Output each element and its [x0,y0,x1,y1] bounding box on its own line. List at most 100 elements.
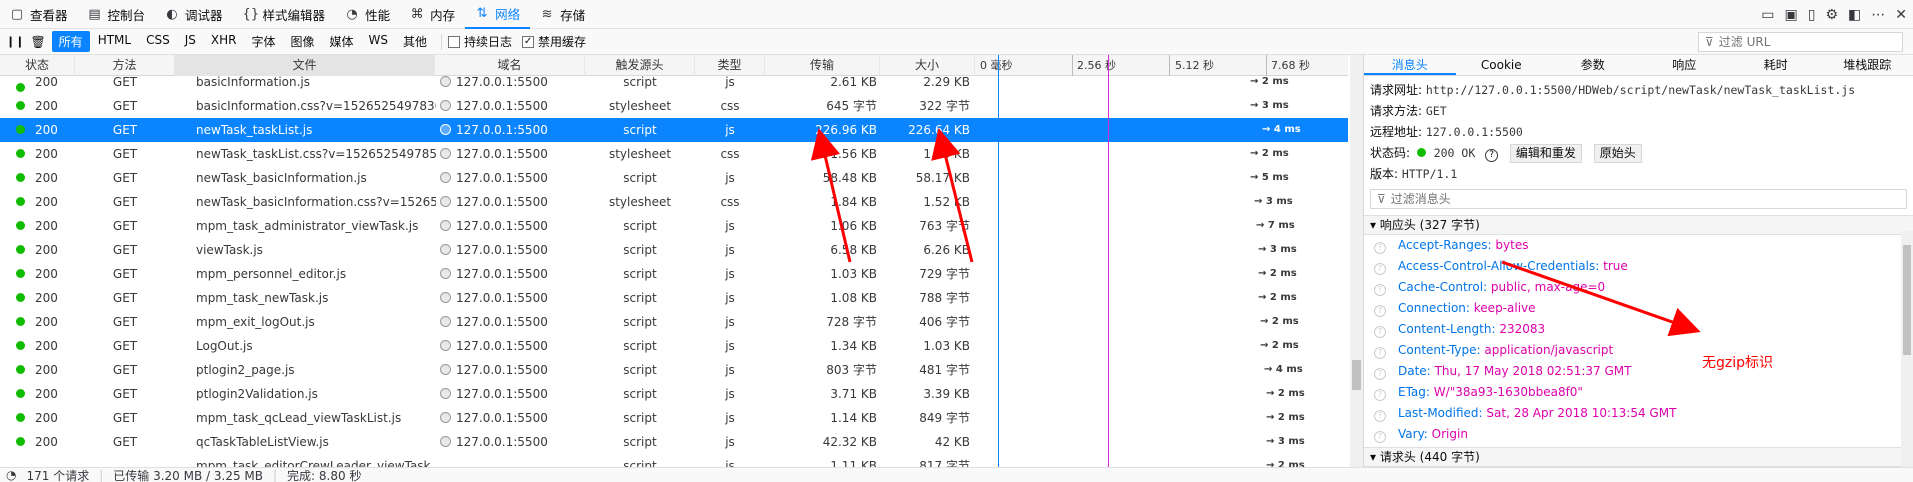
help-icon[interactable]: ? [1374,305,1386,317]
help-icon[interactable]: ? [1374,284,1386,296]
header-row[interactable]: ? Content-Type: application/javascript [1364,340,1913,361]
header-row[interactable]: ? Access-Control-Allow-Credentials: true [1364,256,1913,277]
type-filter-button[interactable]: 其他 [396,31,434,52]
header-row[interactable]: ? Connection: keep-alive [1364,298,1913,319]
table-row[interactable]: GET qcTaskTableListView.js 127.0.0.1:5500 s… [0,430,1348,454]
table-row[interactable]: GET newTask_basicInformation.js 127.0.0.1:… [0,166,1348,190]
type-filter-button[interactable]: HTML [91,31,138,52]
tab-debugger[interactable]: ◐ 调试器 [155,0,233,29]
col-method[interactable]: 方法 [75,55,175,76]
details-tab[interactable]: 耗时 [1730,55,1822,75]
header-row[interactable]: ? ETag: W/"38a93-1630bbea8f0" [1364,382,1913,403]
table-row[interactable]: GET ptlogin2Validation.js 127.0.0.1:5500 sc… [0,382,1348,406]
request-list-scrollbar[interactable] [1350,55,1363,467]
header-row[interactable]: ? Vary: Origin [1364,424,1913,445]
col-size[interactable]: 大小 [880,55,975,76]
type-filter-button[interactable]: CSS [139,31,177,52]
performance-analysis-icon[interactable]: ◔ [6,468,16,482]
help-icon[interactable]: ? [1374,263,1386,275]
tab-inspector[interactable]: ▢ 查看器 [0,0,78,29]
table-row[interactable]: GET mpm_task_newTask.js 127.0.0.1:5500 scri… [0,286,1348,310]
col-status[interactable]: 状态 [0,55,75,76]
disable-cache-checkbox[interactable]: ✓ 禁用缓存 [522,33,586,50]
screenshot-icon[interactable]: ▣ [1785,7,1798,23]
header-row[interactable]: ? Accept-Ranges: bytes [1364,235,1913,256]
header-row[interactable]: ? Content-Length: 232083 [1364,319,1913,340]
filter-url-field[interactable]: ⊽ [1698,32,1903,52]
type-filter-button[interactable]: 媒体 [323,31,361,52]
pause-icon[interactable]: ❙❙ [6,35,24,48]
raw-headers-button[interactable]: 原始头 [1593,144,1642,163]
type-filter-button[interactable]: 所有 [51,31,90,52]
scrollbar-thumb[interactable] [1352,360,1361,390]
header-filter-field[interactable]: ⊽ [1370,189,1907,209]
table-row[interactable]: GET newTask_basicInformation.css?v=152652… [0,190,1348,214]
help-icon[interactable]: ? [1374,410,1386,422]
table-row[interactable]: GET mpm_exit_logOut.js 127.0.0.1:5500 scrip… [0,310,1348,334]
type-filter-button[interactable]: XHR [204,31,244,52]
table-row[interactable]: GET basicInformation.js 127.0.0.1:5500 scri… [0,76,1348,94]
type-filter-button[interactable]: 字体 [244,31,282,52]
tab-performance[interactable]: ◔ 性能 [335,0,400,29]
header-row[interactable]: ? Last-Modified: Sat, 28 Apr 2018 10:13:5… [1364,403,1913,424]
trash-icon[interactable]: 🗑 [30,35,45,49]
split-console-icon[interactable]: ◧ [1848,7,1861,23]
col-timeline[interactable]: 0 毫秒 2.56 秒 5.12 秒 7.68 秒 [975,55,1348,76]
dock-layout-icon[interactable]: ▭ [1761,7,1774,23]
edit-resend-button[interactable]: 编辑和重发 [1509,144,1582,163]
table-row[interactable]: GET viewTask.js 127.0.0.1:5500 script js 6.58… [0,238,1348,262]
help-icon[interactable]: ? [1485,149,1499,162]
col-file[interactable]: 文件 [175,55,435,76]
filter-url-input[interactable] [1718,35,1889,49]
table-row[interactable]: GET newTask_taskList.js 127.0.0.1:5500 scri… [0,118,1348,142]
table-row[interactable]: GET LogOut.js 127.0.0.1:5500 script js 1.34 K… [0,334,1348,358]
help-icon[interactable]: ? [1374,242,1386,254]
details-tab[interactable]: 响应 [1639,55,1731,75]
cell-text: js [725,411,735,425]
responsive-icon[interactable]: ▯ [1808,7,1816,23]
table-row[interactable]: GET basicInformation.css?v=1526525497836 1… [0,94,1348,118]
table-row[interactable]: GET ptlogin2_page.js 127.0.0.1:5500 script j… [0,358,1348,382]
header-filter-input[interactable] [1390,192,1771,206]
persist-log-checkbox[interactable]: 持续日志 [448,33,512,50]
header-row[interactable]: ? Cache-Control: public, max-age=0 [1364,277,1913,298]
details-tab[interactable]: Cookie [1456,55,1548,75]
tab-style-editor[interactable]: {} 样式编辑器 [233,0,336,29]
gear-icon[interactable]: ⚙ [1825,7,1838,23]
table-row[interactable]: GET mpm_personnel_editor.js 127.0.0.1:5500… [0,262,1348,286]
details-tab[interactable]: 消息头 [1364,55,1456,75]
tab-network[interactable]: ⇅ 网络 [465,0,531,29]
table-row[interactable]: mpm_task_editorCrewLeader_viewTask... scr… [0,454,1348,467]
col-type[interactable]: 类型 [695,55,765,76]
details-scrollbar[interactable] [1901,231,1913,467]
tab-console[interactable]: ▤ 控制台 [78,0,156,29]
cell-text: GET [112,291,138,305]
persist-log-box[interactable] [448,35,461,48]
table-row[interactable]: GET mpm_task_qcLead_viewTaskList.js 127.0.… [0,406,1348,430]
help-icon[interactable]: ? [1374,431,1386,443]
col-domain[interactable]: 域名 [435,55,585,76]
help-icon[interactable]: ? [1374,368,1386,380]
close-icon[interactable]: ✕ [1895,7,1907,23]
details-tab[interactable]: 堆栈跟踪 [1822,55,1913,75]
col-transferred[interactable]: 传输 [765,55,880,76]
more-icon[interactable]: ⋯ [1871,7,1885,23]
cell-text: GET [112,267,138,281]
details-tab[interactable]: 参数 [1547,55,1639,75]
scrollbar-thumb[interactable] [1903,245,1911,355]
tab-storage[interactable]: ≋ 存储 [530,0,595,29]
table-row[interactable]: GET newTask_taskList.css?v=1526525497854 1… [0,142,1348,166]
help-icon[interactable]: ? [1374,347,1386,359]
response-headers-section[interactable]: ▾ 响应头 (327 字节) [1364,215,1913,235]
request-headers-section[interactable]: ▾ 请求头 (440 字节) [1364,447,1913,467]
type-filter-button[interactable]: 图像 [283,31,321,52]
type-filter-button[interactable]: WS [362,31,395,52]
disable-cache-box[interactable]: ✓ [522,35,535,48]
col-cause[interactable]: 触发源头 [585,55,695,76]
help-icon[interactable]: ? [1374,326,1386,338]
header-row[interactable]: ? Date: Thu, 17 May 2018 02:51:37 GMT [1364,361,1913,382]
type-filter-button[interactable]: JS [178,31,203,52]
table-row[interactable]: GET mpm_task_administrator_viewTask.js 127… [0,214,1348,238]
help-icon[interactable]: ? [1374,389,1386,401]
tab-memory[interactable]: ⌘ 内存 [400,0,465,29]
